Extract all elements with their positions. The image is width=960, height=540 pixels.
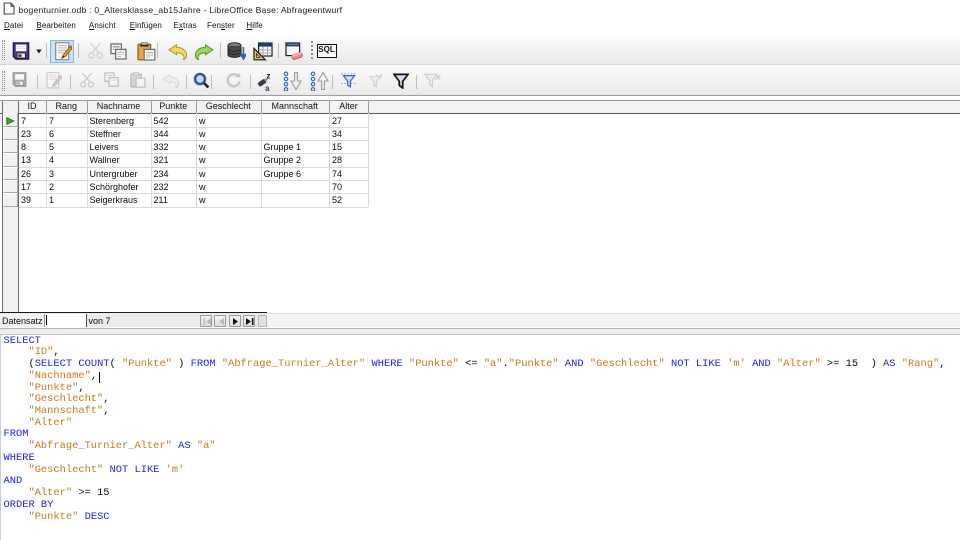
svg-text:a: a [265, 84, 270, 92]
